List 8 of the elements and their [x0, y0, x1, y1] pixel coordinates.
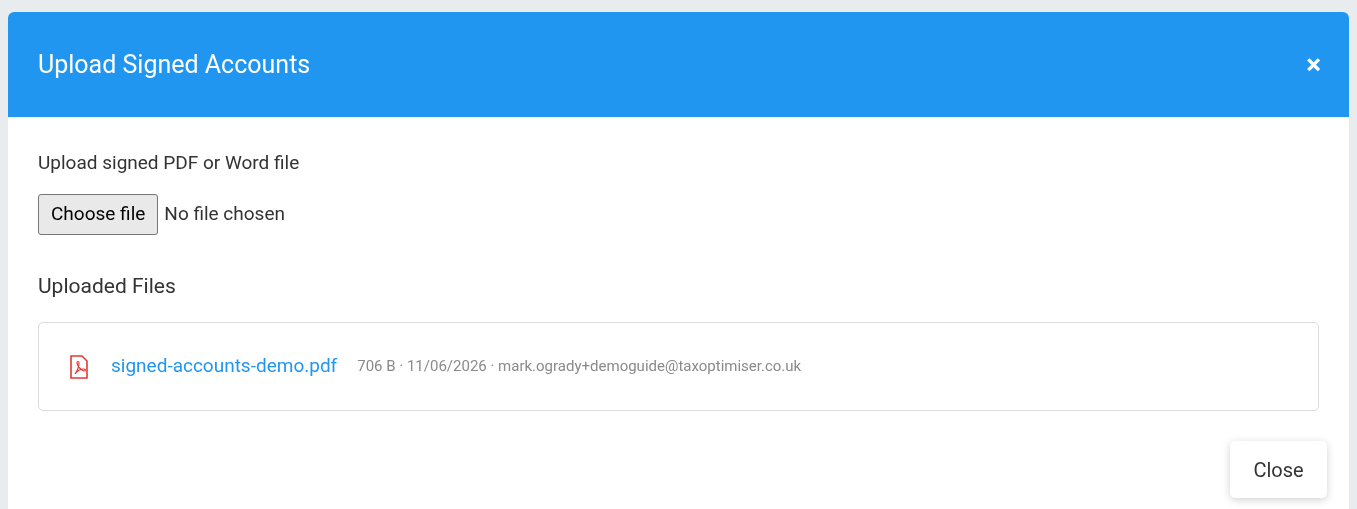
close-footer-button[interactable]: Close — [1230, 441, 1327, 498]
choose-file-button[interactable]: Choose file — [38, 193, 159, 235]
pdf-file-icon — [69, 354, 89, 379]
file-status: No file chosen — [164, 200, 285, 227]
file-details: 706 B · 11/06/2026 · mark.ogrady+demoguide@taxoptimiser.co.uk — [357, 356, 802, 378]
dialog-title: Upload Signed Accounts — [38, 48, 311, 81]
section-heading: Uploaded Files — [38, 272, 177, 300]
upload-label: Upload signed PDF or Word file — [38, 150, 301, 176]
